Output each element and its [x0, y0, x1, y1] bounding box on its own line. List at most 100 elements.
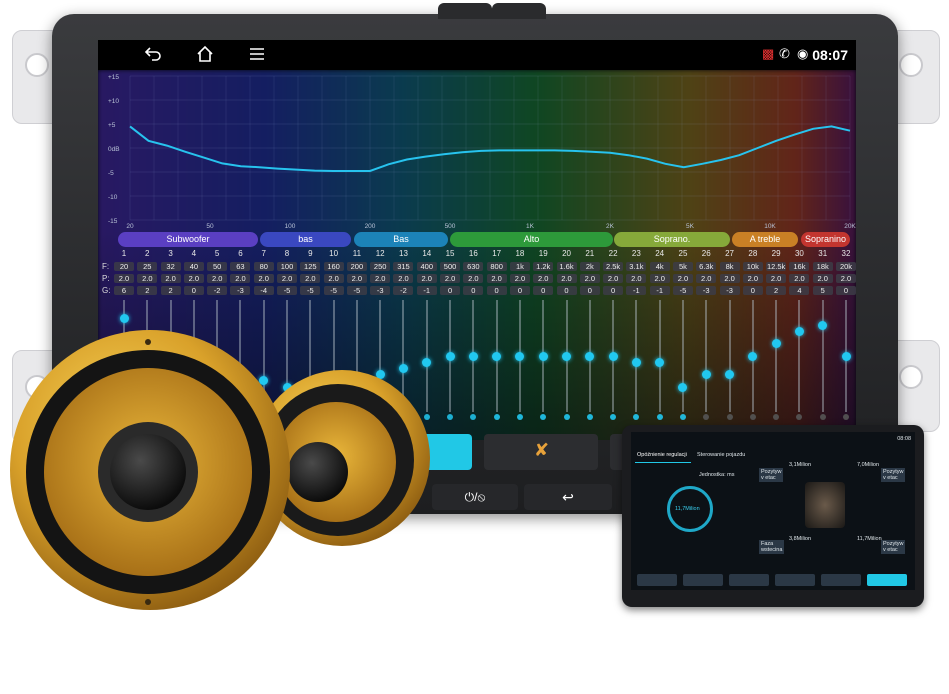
channel-gains-value[interactable]: 0 — [579, 286, 600, 295]
channel-freqs-value[interactable]: 25 — [137, 262, 158, 271]
gain-slider-track[interactable] — [775, 300, 778, 412]
back-button[interactable]: ↩ — [524, 484, 612, 510]
channel-p-values-value[interactable]: 2.0 — [183, 274, 204, 283]
channel-freqs-value[interactable]: 2k — [579, 262, 600, 271]
channel-p-values-value[interactable]: 2.0 — [346, 274, 367, 283]
phase-button-2[interactable]: Pozytyw v etac — [881, 468, 906, 482]
channel-freqs-value[interactable]: 160 — [323, 262, 344, 271]
channel-gains-value[interactable]: 6 — [114, 286, 134, 295]
channel-p-values-value[interactable]: 2.0 — [323, 274, 344, 283]
channel-gains-value[interactable]: 0 — [533, 286, 554, 295]
channel-freqs-value[interactable]: 315 — [393, 262, 414, 271]
channel-p-values-value[interactable]: 2.0 — [603, 274, 624, 283]
channel-freqs-value[interactable]: 20 — [114, 262, 134, 271]
channel-gains-value[interactable]: -3 — [370, 286, 391, 295]
channel-p-values-value[interactable]: 2.0 — [277, 274, 298, 283]
channel-gains-value[interactable]: -2 — [393, 286, 414, 295]
channel-freqs-value[interactable]: 20k — [836, 262, 856, 271]
channel-p-values-value[interactable]: 2.0 — [766, 274, 787, 283]
channel-gains-value[interactable]: -5 — [277, 286, 298, 295]
channel-freqs-value[interactable]: 40 — [183, 262, 204, 271]
back-arrow-icon[interactable] — [144, 45, 162, 67]
channel-p-values-value[interactable]: 2.0 — [463, 274, 484, 283]
channel-freqs-value[interactable]: 32 — [160, 262, 181, 271]
channel-p-values-value[interactable]: 2.0 — [230, 274, 251, 283]
channel-freqs-value[interactable]: 6.3k — [696, 262, 717, 271]
band-label[interactable]: Alto — [450, 232, 613, 247]
gain-slider-track[interactable] — [635, 300, 638, 412]
phase-button-1[interactable]: Pozytyw v etac — [759, 468, 784, 482]
channel-gains-value[interactable]: -3 — [719, 286, 740, 295]
tablet-tab-4[interactable] — [775, 574, 815, 586]
channel-gains-value[interactable]: 0 — [742, 286, 763, 295]
tab-vehicle[interactable]: Sterowanie pojazdu — [697, 452, 745, 458]
channel-p-values-value[interactable]: 2.0 — [253, 274, 274, 283]
channel-p-values-value[interactable]: 2.0 — [533, 274, 554, 283]
channel-gains-value[interactable]: 2 — [137, 286, 158, 295]
channel-gains-value[interactable]: 0 — [183, 286, 204, 295]
channel-p-values-value[interactable]: 2.0 — [719, 274, 740, 283]
channel-gains-value[interactable]: 0 — [440, 286, 461, 295]
gain-slider-track[interactable] — [821, 300, 824, 412]
channel-freqs-value[interactable]: 4k — [649, 262, 670, 271]
gain-slider-knob[interactable] — [678, 382, 688, 392]
channel-gains-value[interactable]: -4 — [253, 286, 274, 295]
channel-p-values-value[interactable]: 2.0 — [672, 274, 693, 283]
gain-slider-knob[interactable] — [794, 326, 804, 336]
gain-slider-knob[interactable] — [468, 351, 478, 361]
gain-slider-track[interactable] — [681, 300, 684, 412]
gain-slider-knob[interactable] — [701, 370, 711, 380]
gain-slider-knob[interactable] — [631, 357, 641, 367]
channel-freqs-value[interactable]: 80 — [253, 262, 274, 271]
channel-gains-value[interactable]: 4 — [789, 286, 810, 295]
channel-p-values-value[interactable]: 2.0 — [812, 274, 833, 283]
channel-p-values-value[interactable]: 2.0 — [160, 274, 181, 283]
channel-freqs-value[interactable]: 125 — [300, 262, 321, 271]
phase-button-3[interactable]: Faza wstecina — [759, 540, 785, 554]
channel-gains-value[interactable]: 0 — [556, 286, 577, 295]
band-label[interactable]: Sopranino — [801, 232, 850, 247]
channel-p-values-value[interactable]: 2.0 — [509, 274, 530, 283]
channel-gains-value[interactable]: 0 — [486, 286, 507, 295]
channel-gains-value[interactable]: -5 — [300, 286, 321, 295]
channel-p-values-value[interactable]: 2.0 — [579, 274, 600, 283]
channel-gains-value[interactable]: -3 — [696, 286, 717, 295]
gain-slider-track[interactable] — [798, 300, 801, 412]
channel-gains-value[interactable]: 2 — [160, 286, 181, 295]
gain-slider-knob[interactable] — [818, 320, 828, 330]
channel-freqs-value[interactable]: 800 — [486, 262, 507, 271]
channel-freqs-value[interactable]: 3.1k — [626, 262, 647, 271]
band-label[interactable]: bas — [260, 232, 351, 247]
channel-gains-value[interactable]: 0 — [836, 286, 856, 295]
channel-p-values-value[interactable]: 2.0 — [649, 274, 670, 283]
channel-p-values-value[interactable]: 2.0 — [300, 274, 321, 283]
gain-slider-knob[interactable] — [608, 351, 618, 361]
channel-freqs-value[interactable]: 1.6k — [556, 262, 577, 271]
channel-freqs-value[interactable]: 16k — [789, 262, 810, 271]
channel-freqs-value[interactable]: 10k — [742, 262, 763, 271]
channel-freqs-value[interactable]: 200 — [346, 262, 367, 271]
channel-freqs-value[interactable]: 1k — [509, 262, 530, 271]
channel-freqs-value[interactable]: 400 — [416, 262, 437, 271]
gain-slider-track[interactable] — [658, 300, 661, 412]
channel-gains-value[interactable]: -5 — [672, 286, 693, 295]
gain-slider-knob[interactable] — [841, 351, 851, 361]
channel-freqs-value[interactable]: 50 — [207, 262, 228, 271]
tablet-tab-6[interactable] — [867, 574, 907, 586]
channel-freqs-value[interactable]: 18k — [812, 262, 833, 271]
channel-p-values-value[interactable]: 2.0 — [789, 274, 810, 283]
channel-freqs-value[interactable]: 500 — [440, 262, 461, 271]
gain-slider-track[interactable] — [728, 300, 731, 412]
channel-p-values-value[interactable]: 2.0 — [207, 274, 228, 283]
channel-gains-value[interactable]: -5 — [346, 286, 367, 295]
channel-gains-value[interactable]: -2 — [207, 286, 228, 295]
phase-button-4[interactable]: Pozytyw v etac — [881, 540, 906, 554]
band-label[interactable]: Subwoofer — [118, 232, 258, 247]
channel-p-values-value[interactable]: 2.0 — [696, 274, 717, 283]
mute-button[interactable]: ⏻/⦸ — [432, 484, 518, 510]
gain-slider-knob[interactable] — [515, 351, 525, 361]
channel-p-values-value[interactable]: 2.0 — [416, 274, 437, 283]
channel-gains-value[interactable]: -1 — [626, 286, 647, 295]
tablet-tab-5[interactable] — [821, 574, 861, 586]
channel-p-values-value[interactable]: 2.0 — [440, 274, 461, 283]
